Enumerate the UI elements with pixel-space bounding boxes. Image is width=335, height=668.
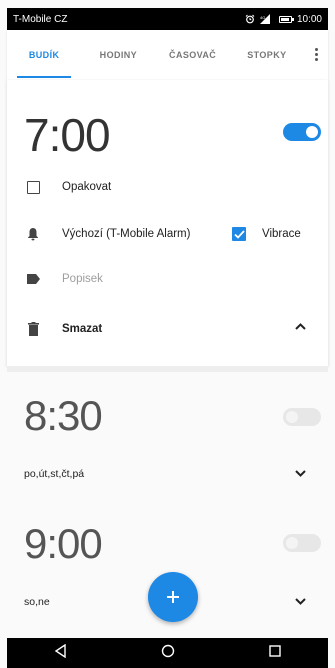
toggle-knob (286, 411, 298, 423)
more-options-button[interactable] (304, 30, 328, 80)
add-icon (167, 591, 179, 603)
alarm-toggle[interactable] (283, 534, 321, 552)
navigation-bar (7, 638, 328, 668)
collapse-chevron-icon[interactable] (295, 322, 306, 333)
alarm-toggle[interactable] (283, 123, 321, 141)
tab-timer[interactable]: ČASOVAČ (156, 30, 230, 80)
delete-row[interactable]: Smazat (24, 320, 102, 338)
label-placeholder: Popisek (62, 273, 103, 285)
toggle-knob (306, 126, 318, 138)
svg-text:4G: 4G (260, 15, 265, 20)
repeat-row[interactable]: Opakovat (24, 178, 111, 196)
toggle-knob (286, 537, 298, 549)
alarm-days: so,ne (24, 596, 50, 608)
recents-icon[interactable] (268, 644, 282, 663)
delete-label: Smazat (62, 323, 103, 335)
status-icons: 4G 10:00 (245, 14, 322, 25)
tab-bar: BUDÍK HODINY ČASOVAČ STOPKY (7, 30, 328, 80)
vibrate-checkbox[interactable] (230, 225, 248, 243)
vibrate-row[interactable]: Vibrace (230, 225, 301, 243)
alarm-time[interactable]: 8:30 (24, 392, 103, 440)
expand-chevron-icon[interactable] (295, 469, 306, 480)
ringtone-label: Výchozí (T-Mobile Alarm) (62, 228, 191, 240)
add-alarm-button[interactable] (148, 572, 198, 622)
battery-icon (278, 15, 294, 23)
alarm-toggle[interactable] (283, 408, 321, 426)
status-time: 10:00 (296, 13, 322, 25)
ringtone-row[interactable]: Výchozí (T-Mobile Alarm) (24, 225, 190, 243)
alarm-days: po,út,st,čt,pá (24, 468, 85, 480)
status-bar: T-Mobile CZ 4G 10:00 (7, 8, 328, 30)
tab-stopwatch[interactable]: STOPKY (230, 30, 304, 80)
repeat-label: Opakovat (62, 181, 112, 193)
tab-clock[interactable]: HODINY (81, 30, 155, 80)
expand-chevron-icon[interactable] (295, 597, 306, 608)
alarm-clock-icon (245, 14, 255, 24)
signal-icon: 4G (259, 14, 274, 24)
more-vert-icon (314, 48, 318, 62)
alarm-time[interactable]: 9:00 (24, 520, 103, 568)
tab-alarm[interactable]: BUDÍK (7, 30, 81, 80)
back-icon[interactable] (54, 643, 68, 663)
alarm-card-expanded: 7:00 Opakovat Výchozí (T-Mobile Alarm) V… (7, 80, 328, 366)
vibrate-label: Vibrace (262, 228, 301, 240)
trash-icon (24, 320, 42, 338)
alarm-time[interactable]: 7:00 (24, 108, 111, 162)
bell-icon (24, 225, 42, 243)
carrier-name: T-Mobile CZ (13, 13, 68, 25)
label-row[interactable]: Popisek (24, 270, 103, 288)
label-tag-icon (24, 270, 42, 288)
alarm-card[interactable]: 8:30 po,út,st,čt,pá (7, 372, 328, 492)
home-icon[interactable] (161, 644, 175, 663)
repeat-checkbox[interactable] (24, 178, 42, 196)
